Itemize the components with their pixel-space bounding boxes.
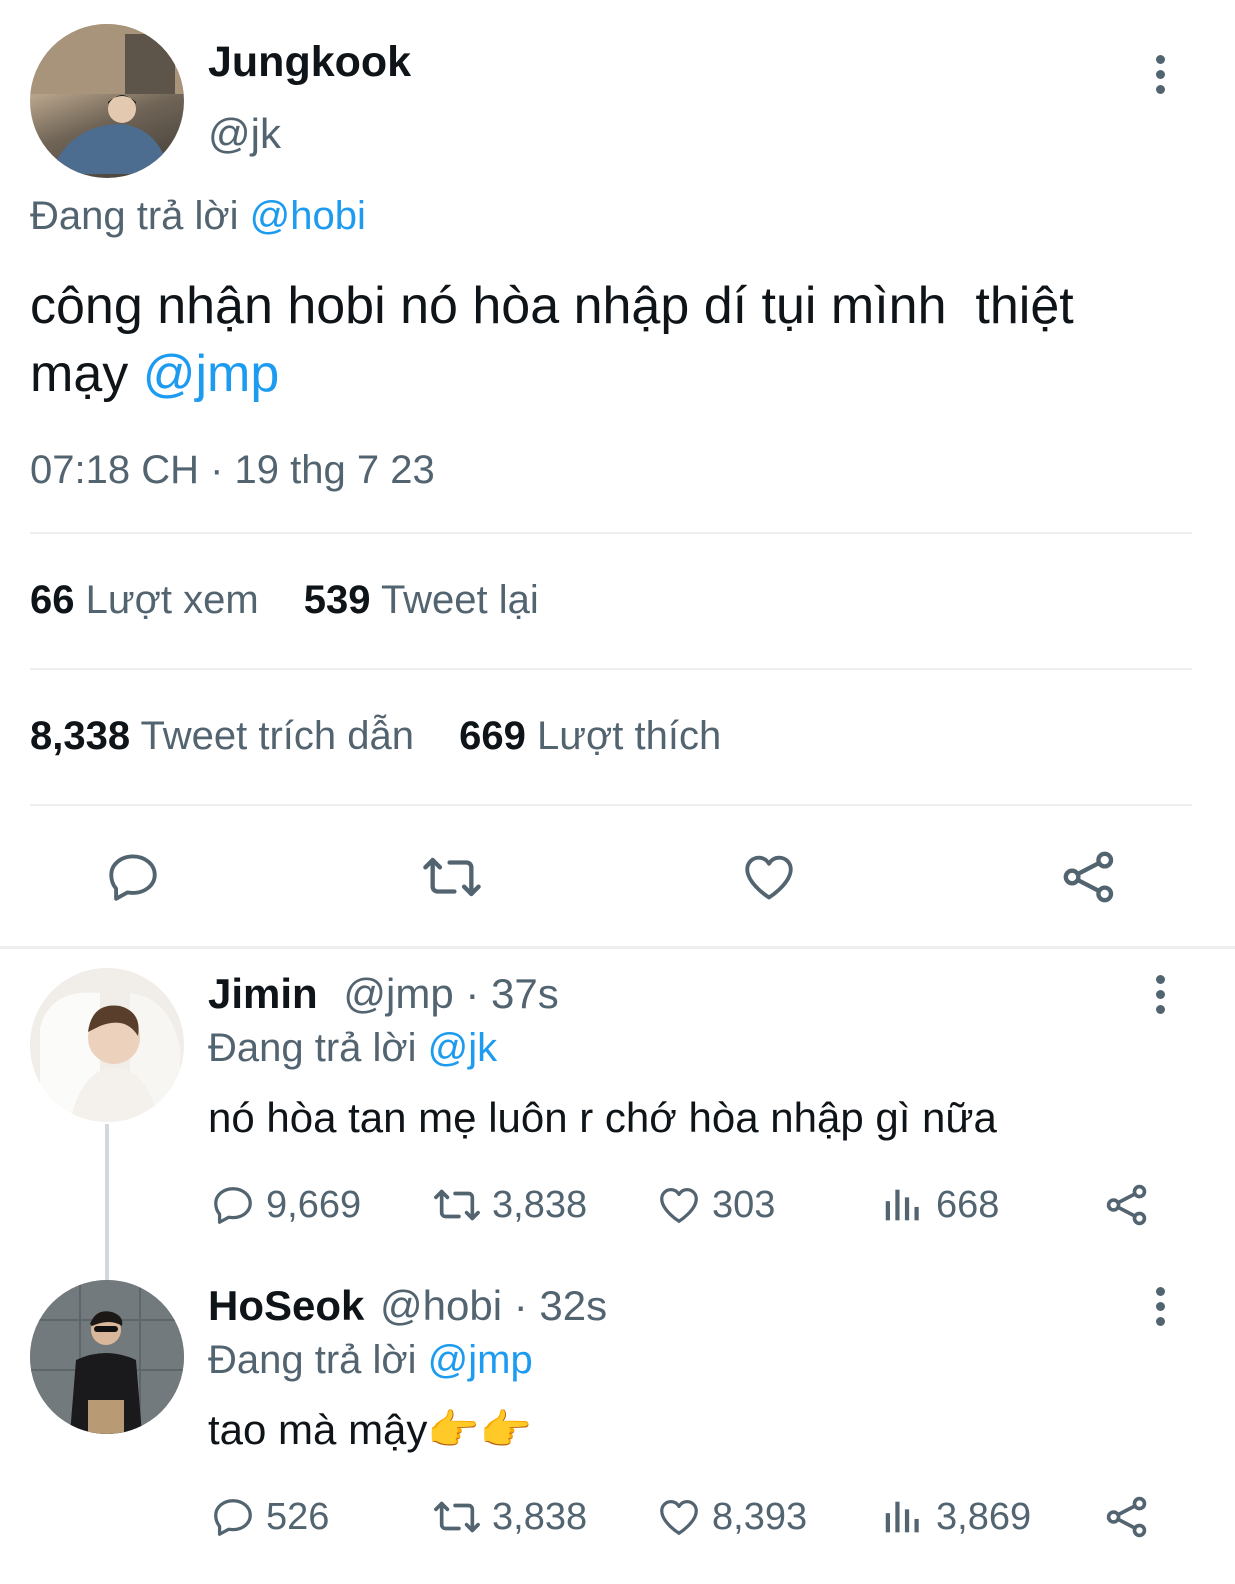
- tweet-text-line2: mạy: [30, 345, 129, 403]
- more-icon[interactable]: [1140, 1276, 1180, 1336]
- more-icon[interactable]: [1140, 964, 1180, 1024]
- reply-icon: [214, 1187, 252, 1224]
- reply-count: 526: [266, 1495, 330, 1538]
- views-stat[interactable]: 66 Lượt xem: [30, 578, 270, 622]
- pointing-emoji: 👉👉: [427, 1406, 533, 1453]
- like-icon[interactable]: [740, 848, 798, 911]
- likes-count: 669: [459, 714, 526, 758]
- reply-button[interactable]: 526: [210, 1494, 329, 1540]
- reply-text: nó hòa tan mẹ luôn r chớ hòa nhập gì nữa: [208, 1094, 997, 1141]
- replying-mention[interactable]: @jmp: [428, 1338, 533, 1382]
- tweet-timestamp[interactable]: 07:18 CH · 19 thg 7 23: [30, 448, 435, 493]
- reply-text-wrap: tao mà mậy👉👉: [208, 1406, 532, 1455]
- views-count: 668: [936, 1183, 1000, 1226]
- thread-line: [105, 1124, 109, 1280]
- section-divider: [0, 946, 1235, 949]
- stats-row-1: 66 Lượt xem 539 Tweet lại: [30, 578, 539, 623]
- share-icon[interactable]: [1104, 1494, 1150, 1545]
- tweet-text-line2-wrap: mạy @jmp: [30, 340, 1220, 408]
- quotes-label: Tweet trích dẫn: [140, 714, 414, 758]
- tweet-text-line1: công nhận hobi nó hòa nhập dí tụi mình t…: [30, 277, 1074, 335]
- replying-mention[interactable]: @hobi: [250, 194, 366, 238]
- divider: [30, 804, 1192, 806]
- reply-replying-line: Đang trả lời @jmp: [208, 1338, 533, 1383]
- reply-icon[interactable]: [104, 848, 162, 911]
- replying-prefix: Đang trả lời: [30, 194, 239, 238]
- reply-avatar[interactable]: [30, 1280, 184, 1434]
- main-handle[interactable]: @jk: [208, 110, 281, 158]
- replying-to-line: Đang trả lời @hobi: [30, 194, 366, 239]
- reply-avatar[interactable]: [30, 968, 184, 1122]
- retweet-icon[interactable]: [420, 848, 484, 911]
- like-button[interactable]: 8,393: [656, 1494, 807, 1540]
- like-count: 303: [712, 1183, 776, 1226]
- views-count: 3,869: [936, 1495, 1032, 1538]
- reply-header: Jimin @jmp · 37s: [208, 970, 559, 1018]
- share-icon[interactable]: [1060, 848, 1118, 911]
- divider: [30, 668, 1192, 670]
- stats-row-2: 8,338 Tweet trích dẫn 669 Lượt thích: [30, 714, 721, 759]
- divider: [30, 532, 1192, 534]
- replying-mention[interactable]: @jk: [428, 1026, 498, 1070]
- retweets-count: 539: [303, 578, 371, 622]
- like-count: 8,393: [712, 1495, 808, 1538]
- share-icon[interactable]: [1104, 1182, 1150, 1233]
- retweet-icon: [434, 1501, 480, 1533]
- retweet-button[interactable]: 3,838: [432, 1494, 587, 1540]
- reply-button[interactable]: 9,669: [210, 1182, 361, 1228]
- retweets-stat[interactable]: 539 Tweet lại: [304, 578, 539, 622]
- more-icon[interactable]: [1140, 44, 1180, 104]
- reply-icon: [214, 1499, 252, 1536]
- replying-prefix: Đang trả lời: [208, 1338, 417, 1382]
- reply-count: 9,669: [266, 1183, 362, 1226]
- retweet-count: 3,838: [492, 1495, 588, 1538]
- views-icon: [885, 1189, 919, 1221]
- tweet-mention[interactable]: @jmp: [143, 345, 280, 403]
- reply-name[interactable]: HoSeok: [208, 1282, 364, 1329]
- retweet-icon: [434, 1189, 480, 1221]
- reply-header: HoSeok @hobi · 32s: [208, 1282, 607, 1330]
- main-name[interactable]: Jungkook: [208, 38, 411, 87]
- reply-time[interactable]: · 32s: [514, 1282, 607, 1329]
- reply-time[interactable]: · 37s: [465, 970, 558, 1017]
- retweet-count: 3,838: [492, 1183, 588, 1226]
- retweet-button[interactable]: 3,838: [432, 1182, 587, 1228]
- reply-handle[interactable]: @jmp: [343, 970, 453, 1017]
- main-avatar[interactable]: [30, 24, 184, 178]
- like-icon: [660, 1188, 698, 1223]
- like-icon: [660, 1500, 698, 1535]
- tweet-text: công nhận hobi nó hòa nhập dí tụi mình t…: [30, 272, 1220, 408]
- views-count: 66: [30, 578, 75, 622]
- views-label: Lượt xem: [85, 578, 259, 622]
- quotes-stat[interactable]: 8,338 Tweet trích dẫn: [30, 714, 425, 758]
- retweets-label: Tweet lại: [380, 578, 539, 622]
- likes-stat[interactable]: 669 Lượt thích: [459, 714, 721, 758]
- reply-text: tao mà mậy: [208, 1406, 428, 1453]
- quotes-count: 8,338: [30, 714, 131, 758]
- views-button[interactable]: 3,869: [880, 1494, 1031, 1540]
- like-button[interactable]: 303: [656, 1182, 775, 1228]
- replying-prefix: Đang trả lời: [208, 1026, 417, 1070]
- views-icon: [885, 1501, 919, 1533]
- reply-name[interactable]: Jimin: [208, 970, 318, 1017]
- views-button[interactable]: 668: [880, 1182, 999, 1228]
- reply-handle[interactable]: @hobi: [380, 1282, 502, 1329]
- likes-label: Lượt thích: [536, 714, 722, 758]
- reply-replying-line: Đang trả lời @jk: [208, 1026, 497, 1071]
